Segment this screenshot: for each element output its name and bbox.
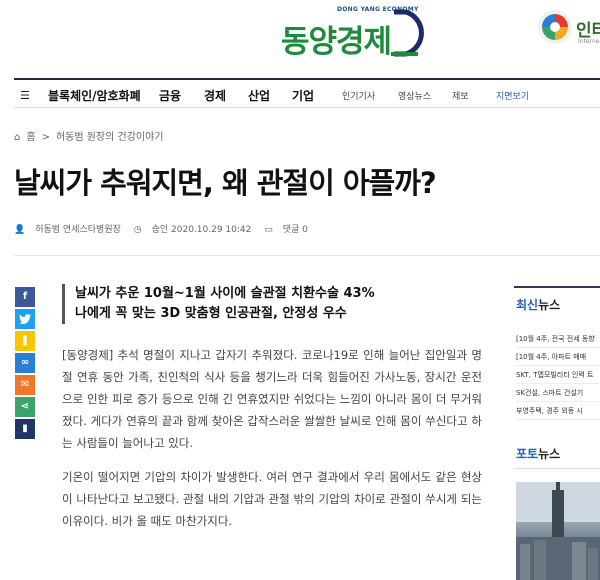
twitter-share-icon[interactable]	[15, 309, 35, 329]
article-title: 날씨가 추워지면, 왜 관절이 아플까?	[14, 166, 437, 200]
latest-news-heading-rest: 뉴스	[538, 298, 561, 312]
subhead-line: 나에게 꼭 맞는 3D 맞춤형 인공관절, 안정성 우수	[75, 306, 347, 321]
nav-item-industry[interactable]: 산업	[248, 87, 270, 104]
kakao-share-icon[interactable]: ❚	[15, 331, 35, 351]
logo-wordmark: 동양경제	[281, 24, 392, 60]
comment-icon: ▭	[264, 225, 273, 235]
nav-item-video[interactable]: 영상뉴스	[398, 89, 431, 102]
nav-item-company[interactable]: 기업	[292, 87, 314, 104]
nav-item-paper[interactable]: 지면보기	[496, 89, 529, 102]
breadcrumb: ⌂ 홈 > 허동범 원장의 건강이야기	[14, 128, 170, 143]
photo-divider	[514, 468, 600, 469]
share-bar: f ❚ ∞ ✉ ⋖ ▮	[15, 287, 35, 441]
menu-icon[interactable]: ☰	[20, 89, 30, 102]
nav-item-report[interactable]: 제보	[452, 89, 469, 102]
mail-share-icon[interactable]: ✉	[15, 375, 35, 395]
breadcrumb-separator: >	[41, 132, 50, 143]
main-nav: ☰ 블록체인/암호화폐 금융 경제 산업 기업 인기기사 영상뉴스 제보 지면보…	[14, 78, 600, 108]
photo-news-thumbnail[interactable]	[516, 482, 600, 580]
list-item[interactable]: [10월 4주, 전국 전세 동향	[516, 330, 600, 348]
body-paragraph: 기온이 떨어지면 기압의 차이가 발생한다. 여러 연구 결과에서 우리 몸에서…	[62, 470, 482, 528]
body-paragraph: [동양경제] 추석 명절이 지나고 갑자기 추워졌다. 코로나19로 인해 늘어…	[62, 348, 482, 450]
author-icon: 👤	[14, 225, 26, 235]
article-subhead: 날씨가 추운 10월~1월 사이에 슬관절 치환수술 43% 나에게 꼭 맞는 …	[62, 284, 482, 324]
photo-news-heading-accent: 포토	[516, 447, 539, 461]
nav-item-blockchain[interactable]: 블록체인/암호화폐	[48, 87, 141, 104]
breadcrumb-section[interactable]: 허동범 원장의 건강이야기	[56, 132, 164, 143]
list-item[interactable]: SKT, T맵모빌리티 인력 트	[516, 366, 600, 384]
share-icon[interactable]: ⋖	[15, 397, 35, 417]
list-item[interactable]: [10월 4주, 아파트 매매	[516, 348, 600, 366]
photo-news-heading-rest: 뉴스	[538, 447, 561, 461]
clock-icon: ◷	[133, 225, 142, 235]
article-meta: 👤 허동범 연세스타병원장 ◷ 승인 2020.10.29 10:42 ▭ 댓글 0	[14, 222, 318, 235]
article-author: 허동범 연세스타병원장	[35, 225, 121, 235]
meta-divider	[14, 255, 600, 256]
latest-news-heading-accent: 최신	[516, 298, 539, 312]
partner-logo-icon	[538, 10, 572, 44]
sidebar-divider	[514, 286, 600, 288]
bookmark-icon[interactable]: ▮	[15, 419, 35, 439]
subhead-line: 날씨가 추운 10월~1월 사이에 슬관절 치환수술 43%	[75, 286, 375, 301]
nav-item-finance[interactable]: 금융	[159, 87, 181, 104]
latest-news-list: [10월 4주, 전국 전세 동향 [10월 4주, 아파트 매매 SKT, T…	[516, 330, 600, 420]
article-comments[interactable]: 댓글 0	[283, 225, 308, 235]
article-approved: 승인 2020.10.29 10:42	[151, 225, 252, 235]
nav-item-economy[interactable]: 경제	[204, 87, 226, 104]
photo-news-heading[interactable]: 포토뉴스	[516, 445, 560, 462]
list-item[interactable]: SK건설, 스마트 건설기	[516, 384, 600, 402]
home-icon[interactable]: ⌂	[14, 132, 20, 143]
masthead: DONG YANG ECONOMY 동양경제 인터 Interne	[0, 0, 600, 72]
nav-item-popular[interactable]: 인기기사	[342, 89, 375, 102]
facebook-share-icon[interactable]: f	[15, 287, 35, 307]
article-body: [동양경제] 추석 명절이 지나고 갑자기 추워졌다. 코로나19로 인해 늘어…	[62, 344, 482, 544]
latest-news-heading[interactable]: 최신뉴스	[516, 296, 560, 313]
breadcrumb-home[interactable]: 홈	[26, 132, 35, 143]
logo-d-mark-icon	[391, 9, 424, 57]
list-item[interactable]: 부영주택, 경주 외동 시	[516, 402, 600, 420]
link-copy-icon[interactable]: ∞	[15, 353, 35, 373]
partner-subtitle: Interne	[578, 38, 600, 45]
